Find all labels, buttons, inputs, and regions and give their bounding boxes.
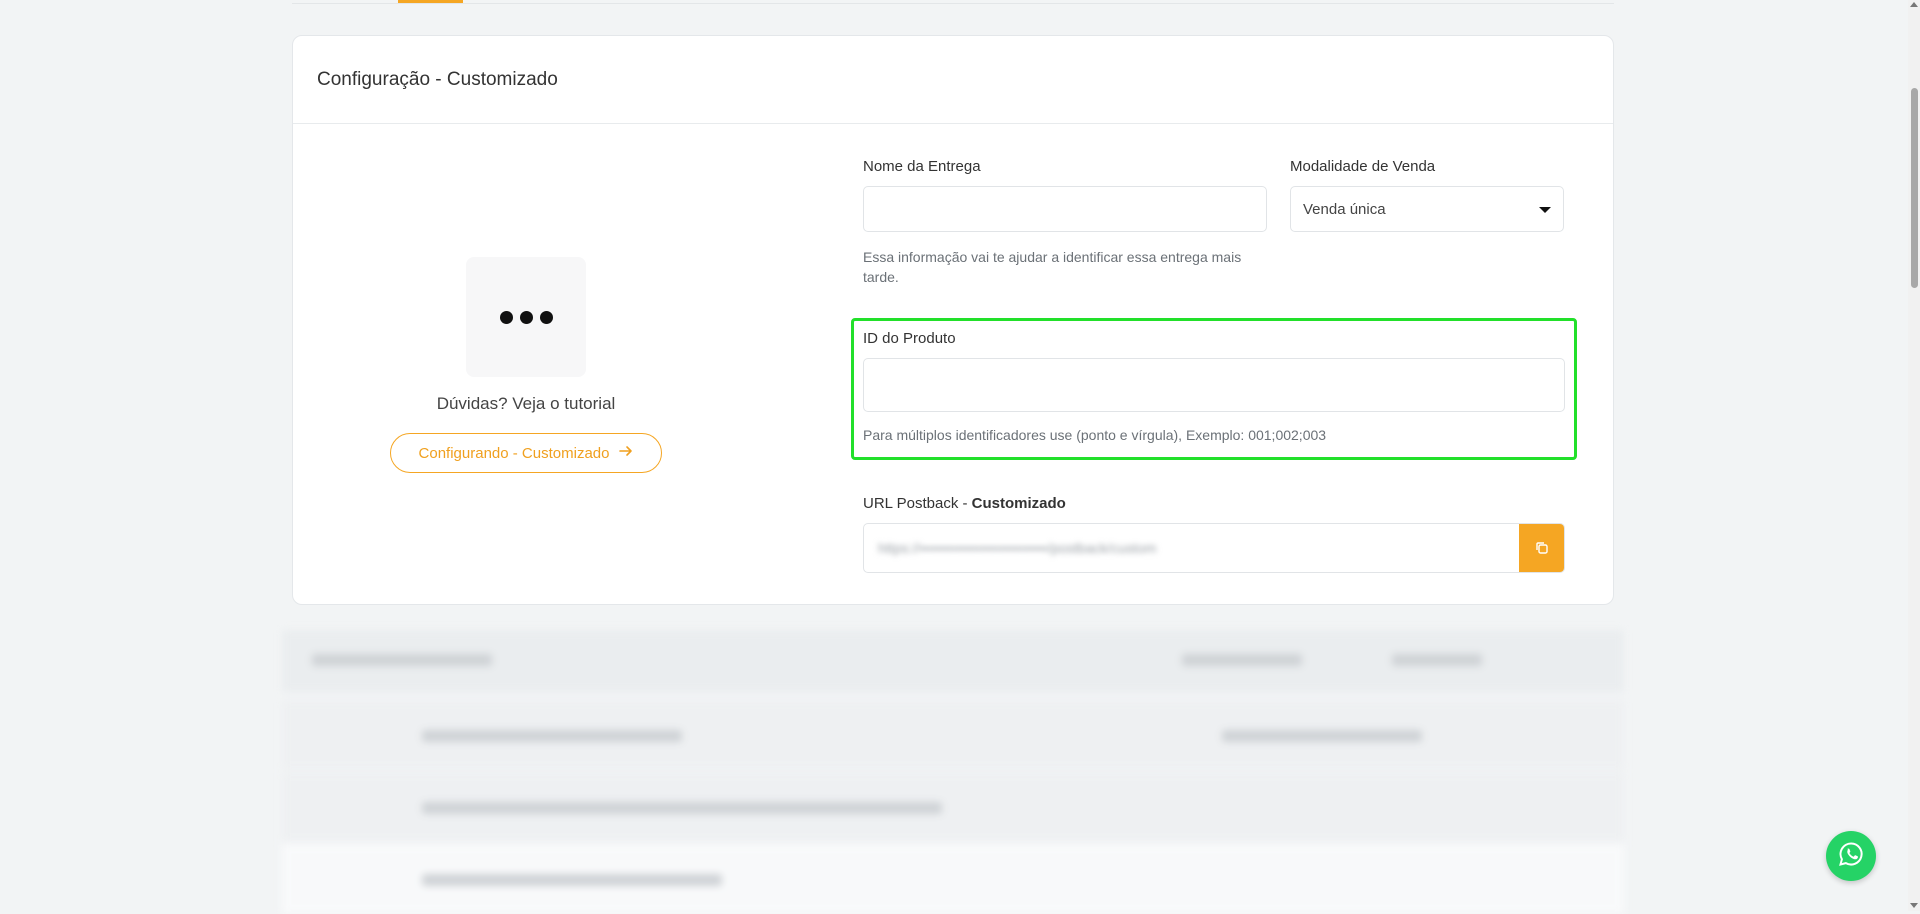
ellipsis-icon: [519, 310, 533, 324]
scroll-down-icon[interactable]: [1910, 903, 1918, 908]
product-id-input[interactable]: [863, 358, 1565, 412]
tutorial-thumbnail[interactable]: [466, 257, 586, 377]
delivery-name-label: Nome da Entrega: [863, 158, 981, 175]
scroll-up-icon[interactable]: [1910, 2, 1918, 7]
postback-label-bold: Customizado: [971, 495, 1066, 512]
active-tab-indicator: [398, 0, 463, 3]
tutorial-button[interactable]: Configurando - Customizado: [390, 433, 662, 473]
blurred-table-header: [282, 630, 1624, 692]
tutorial-text: Dúvidas? Veja o tutorial: [436, 394, 616, 413]
sale-mode-label: Modalidade de Venda: [1290, 158, 1436, 175]
copy-icon: [1534, 540, 1550, 559]
blurred-row: [282, 844, 1624, 914]
whatsapp-button[interactable]: [1826, 831, 1876, 881]
postback-url-text: https://••••••••••••••••••••••••••/postb…: [878, 540, 1157, 556]
product-id-help: Para múltiplos identificadores use (pont…: [863, 427, 1327, 443]
ellipsis-icon: [499, 310, 513, 324]
product-id-label: ID do Produto: [863, 330, 956, 347]
delivery-name-input[interactable]: [863, 186, 1267, 232]
blurred-row: [282, 700, 1624, 770]
blurred-table: [282, 630, 1624, 914]
sale-mode-value: Venda única: [1303, 200, 1386, 218]
copy-button[interactable]: [1519, 524, 1564, 572]
config-card: Configuração - Customizado Dúvidas? Veja…: [292, 35, 1614, 605]
tutorial-button-label: Configurando - Customizado: [418, 444, 610, 462]
whatsapp-icon: [1837, 840, 1865, 873]
caret-down-icon: [1539, 207, 1551, 213]
postback-label-prefix: URL Postback -: [863, 495, 972, 512]
card-title: Configuração - Customizado: [317, 68, 558, 90]
ellipsis-icon: [539, 310, 553, 324]
page-scrollbar[interactable]: [1908, 0, 1920, 911]
sale-mode-select[interactable]: Venda única: [1290, 186, 1564, 232]
blurred-row: [282, 772, 1624, 842]
postback-label: URL Postback - Customizado: [863, 495, 1066, 512]
arrow-right-icon: [619, 444, 633, 463]
scrollbar-thumb[interactable]: [1911, 88, 1918, 288]
postback-url-field[interactable]: https://••••••••••••••••••••••••••/postb…: [863, 523, 1565, 573]
top-tabs-strip: [292, 0, 1614, 4]
card-header: Configuração - Customizado: [293, 36, 1613, 124]
delivery-name-help: Essa informação vai te ajudar a identifi…: [863, 249, 1242, 285]
